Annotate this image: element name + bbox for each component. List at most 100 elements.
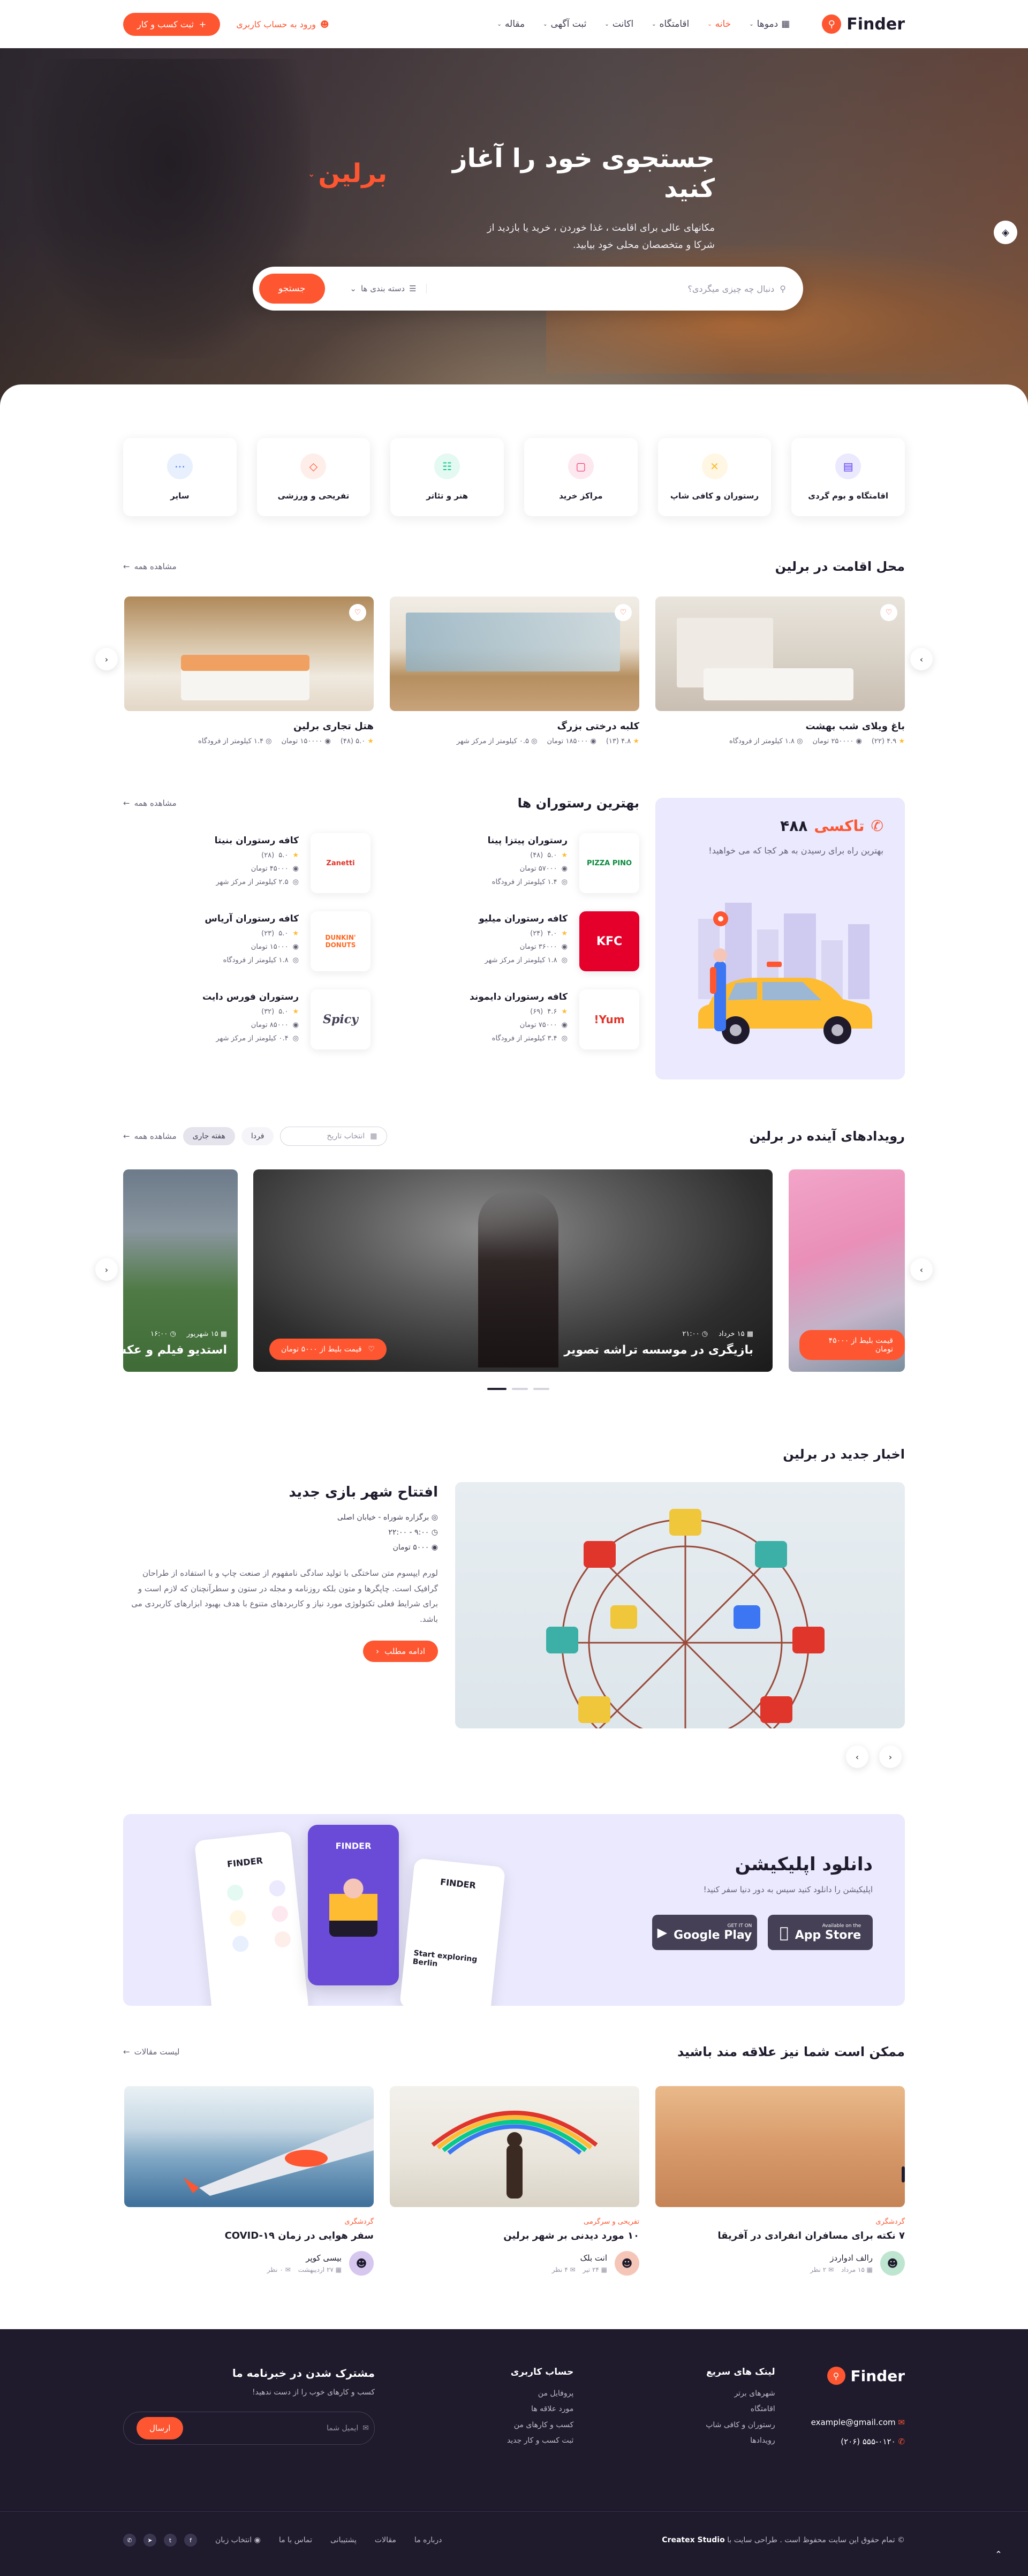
event-price-button[interactable]: قیمت بلیط از ۴۵۰۰۰ تومان [799, 1330, 905, 1360]
footer-link[interactable]: شهرهای برتر [706, 2386, 775, 2401]
layers-icon[interactable]: ◈ [994, 221, 1017, 244]
stays-see-all-link[interactable]: مشاهده همه ← [123, 562, 177, 571]
footer-link[interactable]: کسب و کارهای من [507, 2418, 573, 2433]
news-body: لورم ایپسوم متن ساختگی با تولید سادگی نا… [131, 1568, 438, 1624]
heart-icon[interactable]: ♡ [880, 604, 897, 621]
footer-link[interactable]: پروفایل من [507, 2386, 573, 2401]
event-card[interactable]: ▦ ۱۵ شهریور◷ ۱۶:۰۰ استدیو فیلم و عکس [123, 1169, 238, 1372]
facebook-icon[interactable]: f [184, 2534, 197, 2547]
restaurants-see-all-link[interactable]: مشاهده همه ← [123, 798, 177, 808]
restaurant-item[interactable]: Yum! کافه رستوران دایموند ★ ۴.۶ (۶۹) ◉ ۷۵۰۰… [392, 989, 639, 1049]
google-play-button[interactable]: ▶ GET IT ON Google Play [652, 1915, 757, 1950]
twitter-icon[interactable]: t [164, 2534, 177, 2547]
footer-link[interactable]: رویدادها [706, 2433, 775, 2449]
events-prev-arrow[interactable]: ‹ [95, 1258, 118, 1281]
news-prev-arrow[interactable]: ‹ [879, 1746, 902, 1768]
restaurant-item[interactable]: Zanetti کافه رستوران بنیتا ★ ۵.۰ (۲۸) ◉ ۴۵۰… [123, 833, 371, 893]
footer-divider [0, 2511, 1028, 2512]
app-store-button[interactable]:  Available on theApp Store [768, 1915, 873, 1950]
restaurant-item[interactable]: KFC کافه رستوران میلیو ★ ۴.۰ (۲۴) ◉ ۳۶۰۰۰ ت… [392, 911, 639, 971]
event-card-featured[interactable]: ▦ ۱۵ خرداد ◷ ۲۱:۰۰ بازیگری در موسسه تراشه… [253, 1169, 773, 1372]
category-select[interactable]: ☰ دسته بندی ها ⌄ [325, 284, 427, 293]
theater-icon: ☷ [434, 454, 460, 479]
bed-icon: ▤ [835, 454, 861, 479]
newsletter-form: ✉ ایمیل شما ارسال [123, 2412, 375, 2445]
pagination-dot[interactable] [512, 1388, 528, 1390]
price-icon: ◉ [561, 943, 568, 951]
events-see-all-link[interactable]: مشاهده همه ← [123, 1131, 177, 1141]
taxi-card[interactable]: ✆ تاکسی ۴۸۸ بهترین راه برای رسیدن به هر … [655, 798, 905, 1079]
nav-account[interactable]: اکانت ⌄ [604, 19, 633, 29]
filter-tomorrow[interactable]: فردا [241, 1127, 274, 1145]
events-next-arrow[interactable]: › [910, 1258, 933, 1281]
category-art[interactable]: ☷ هنر و تئاتر [390, 438, 504, 516]
newsletter-email-input[interactable]: ✉ ایمیل شما [327, 2424, 369, 2433]
nav-home[interactable]: خانه ⌄ [707, 19, 731, 29]
restaurant-item[interactable]: DUNKIN' DONUTS کافه رستوران آریاس ★ ۵.۰ (۲… [123, 911, 371, 971]
stay-card[interactable]: ♡ هتل تجاری برلین ★ ۵.۰ (۴۸) ◉ ۱۵۰۰۰۰ تو… [124, 596, 374, 745]
brand-logo[interactable]: ⚲ Finder [822, 14, 905, 34]
category-entertainment[interactable]: ◇ تفریحی و ورزشی [256, 438, 371, 516]
footer-bottom-link[interactable]: مقالات [375, 2536, 396, 2544]
category-shopping[interactable]: ▢ مراکز خرید [524, 438, 638, 516]
category-accommodation[interactable]: ▤ اقامتگاه و بوم گردی [791, 438, 905, 516]
event-card[interactable]: قیمت بلیط از ۴۵۰۰۰ تومان [789, 1169, 905, 1372]
footer-link[interactable]: اقامتگاه [706, 2401, 775, 2417]
blog-card[interactable]: گردشگری ۷ نکته برای مسافران انفرادی در آ… [655, 2086, 905, 2276]
date-picker[interactable]: ▦ انتخاب تاریخ [280, 1127, 388, 1146]
taxi-title: ✆ تاکسی ۴۸۸ [780, 817, 883, 835]
blog-see-all-link[interactable]: لیست مقالات ← [123, 2047, 179, 2057]
nav-accommodation[interactable]: اقامتگاه ⌄ [652, 19, 689, 29]
footer-email[interactable]: example@gmail.com ✉ [811, 2413, 905, 2432]
blog-card[interactable]: گردشگری سفر هوایی در زمان COVID-۱۹ ☻ بیس… [124, 2086, 374, 2276]
footer-bottom-link[interactable]: درباره ما [414, 2536, 442, 2544]
search-input[interactable]: ⚲ دنبال چه چیزی میگردی؟ [427, 284, 797, 294]
search-button[interactable]: جستجو [259, 274, 325, 304]
city-selector[interactable]: برلین ⌄ [308, 158, 387, 188]
news-next-arrow[interactable]: › [846, 1746, 868, 1768]
heart-icon[interactable]: ♡ [349, 604, 366, 621]
map-pin-icon: ◎ [292, 956, 299, 964]
event-price-button[interactable]: ♡ قیمت بلیط از ۵۰۰۰ تومان [269, 1339, 387, 1360]
stays-prev-arrow[interactable]: ‹ [95, 648, 118, 670]
pagination-dot[interactable] [533, 1388, 549, 1390]
signin-link[interactable]: ☻ ورود به حساب کاربری [236, 19, 329, 29]
nav-listing[interactable]: ثبت آگهی ⌄ [543, 19, 586, 29]
chevron-down-icon: ⌄ [350, 284, 357, 293]
stays-list: ♡ باغ ویلای شب بهشت ★ ۴.۹ (۲۲) ◉ ۲۵۰۰۰۰ … [123, 596, 905, 745]
restaurant-item[interactable]: PIZZA PINO رستوران پیتزا پینا ★ ۵.۰ (۴۸) ◉… [392, 833, 639, 893]
scroll-to-top-button[interactable]: ⌃ [991, 2546, 1007, 2562]
nav-demos[interactable]: ▦ دموها ⌄ [749, 19, 790, 29]
blog-card[interactable]: تفریحی و سرگرمی ۱۰ مورد دیدنی بر شهر برل… [390, 2086, 639, 2276]
telegram-icon[interactable]: ➤ [143, 2534, 156, 2547]
language-selector[interactable]: ◉ انتخاب زبان [215, 2536, 261, 2544]
category-other[interactable]: ⋯ سایر [123, 438, 237, 516]
read-more-button[interactable]: ادامه مطلب ‹ [363, 1641, 438, 1662]
nav-articles[interactable]: مقاله ⌄ [497, 19, 525, 29]
heart-icon[interactable]: ♡ [615, 604, 632, 621]
pagination-dot[interactable] [487, 1388, 507, 1390]
stay-card[interactable]: ♡ کلبه درختی بزرگ ★ ۴.۸ (۱۳) ◉ ۱۸۵۰۰۰ تو… [390, 596, 639, 745]
filter-this-week[interactable]: هفته جاری [183, 1127, 235, 1145]
footer-link[interactable]: ثبت کسب و کار جدید [507, 2433, 573, 2449]
app-text: دانلود اپلیکیشن اپلیکیشن را دانلود کنید … [652, 1854, 873, 1950]
restaurant-item[interactable]: Spicy رستوران فورس دایت ★ ۵.۰ (۳۲) ◉ ۸۵۰۰۰ … [123, 989, 371, 1049]
add-business-button[interactable]: + ثبت کسب و کار [123, 12, 221, 36]
taxi-illustration [698, 903, 872, 1044]
footer-brand-block: ⚲ Finder example@gmail.com ✉ (۲۰۶) ۵۵۵-۰… [811, 2367, 905, 2451]
whatsapp-icon[interactable]: ✆ [123, 2534, 136, 2547]
footer-bottom-link[interactable]: تماس با ما [279, 2536, 312, 2544]
footer-link[interactable]: مورد علاقه ها [507, 2401, 573, 2417]
phone-mockups: FINDER FINDER FINDER Start exploring Ber… [194, 1814, 506, 2006]
footer-bottom-link[interactable]: پشتیبانی [330, 2536, 357, 2544]
category-restaurant[interactable]: ✕ رستوران و کافی شاپ [657, 438, 772, 516]
price-icon: ◉ [590, 737, 596, 745]
footer-logo[interactable]: ⚲ Finder [811, 2367, 905, 2385]
calendar-icon: ▦ [335, 2266, 342, 2273]
stay-card[interactable]: ♡ باغ ویلای شب بهشت ★ ۴.۹ (۲۲) ◉ ۲۵۰۰۰۰ … [655, 596, 905, 745]
footer-phone[interactable]: (۲۰۶) ۵۵۵-۰۱۲۰ ✆ [811, 2432, 905, 2451]
newsletter-send-button[interactable]: ارسال [137, 2417, 184, 2439]
restaurant-list: PIZZA PINO رستوران پیتزا پینا ★ ۵.۰ (۴۸) ◉… [123, 833, 639, 1049]
footer-link[interactable]: رستوران و کافی شاپ [706, 2418, 775, 2433]
stays-next-arrow[interactable]: › [910, 648, 933, 670]
